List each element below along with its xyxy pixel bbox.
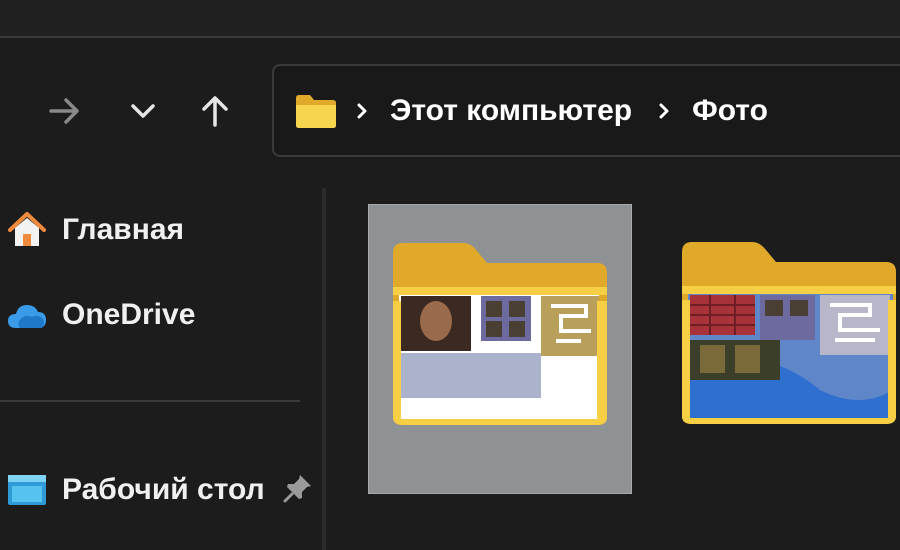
navigation-pane: Главная OneDrive Рабочий стол: [0, 160, 318, 550]
sidebar-item-label: OneDrive: [62, 298, 196, 331]
pane-splitter[interactable]: [322, 188, 326, 550]
home-icon: [6, 209, 48, 251]
forward-button[interactable]: [40, 86, 90, 136]
sidebar-item-desktop[interactable]: Рабочий стол: [6, 465, 265, 515]
file-explorer-window: Этот компьютер Фото Главная OneDrive Раб…: [0, 0, 900, 550]
folder-item-selected[interactable]: [368, 204, 632, 494]
sidebar-item-home[interactable]: Главная: [6, 205, 184, 255]
folder-thumbnail-icon: [682, 242, 896, 424]
folder-item[interactable]: [676, 204, 900, 494]
address-bar[interactable]: Этот компьютер Фото: [272, 64, 900, 157]
sidebar-divider: [0, 400, 300, 402]
chevron-down-icon: [131, 104, 155, 118]
breadcrumb-this-pc[interactable]: Этот компьютер: [390, 94, 632, 128]
recent-locations-button[interactable]: [118, 86, 168, 136]
folder-thumbnail-icon: [393, 243, 607, 425]
folder-icon: [296, 94, 336, 128]
breadcrumb-photos[interactable]: Фото: [692, 94, 768, 128]
sidebar-item-onedrive[interactable]: OneDrive: [6, 290, 195, 340]
pin-icon[interactable]: [282, 472, 314, 504]
desktop-icon: [6, 469, 48, 511]
sidebar-item-label: Рабочий стол: [62, 473, 265, 506]
arrow-right-icon: [49, 98, 79, 124]
chevron-right-icon: [356, 101, 370, 121]
chevron-right-icon: [658, 101, 672, 121]
cloud-icon: [6, 294, 48, 336]
sidebar-item-label: Главная: [62, 213, 185, 246]
up-button[interactable]: [190, 86, 240, 136]
arrow-up-icon: [202, 96, 228, 127]
title-bar-strip: [0, 0, 900, 38]
